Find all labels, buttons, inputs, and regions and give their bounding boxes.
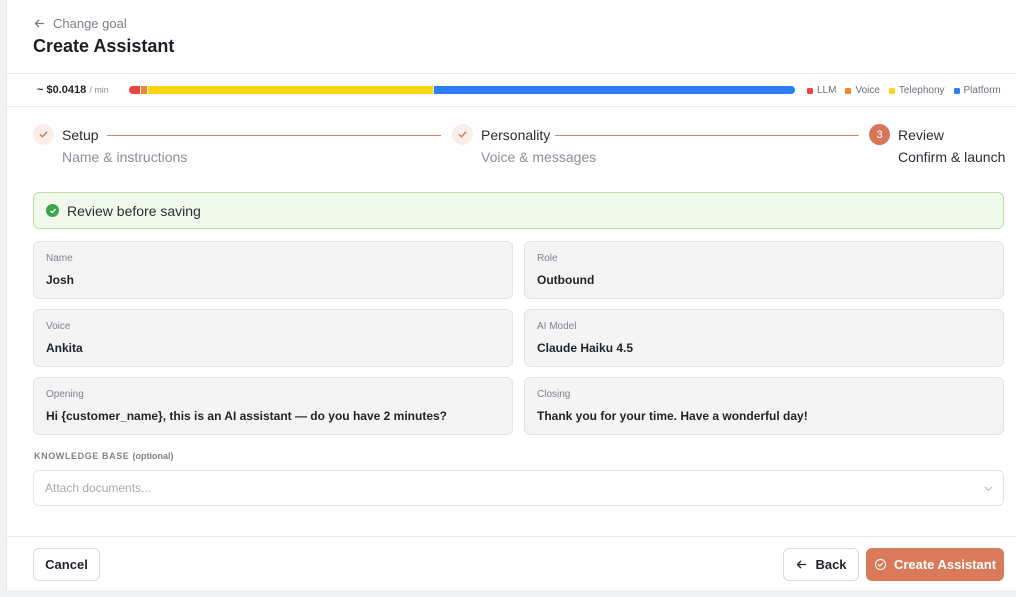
cost-segment-platform [433,86,795,94]
back-button-label: Back [815,557,847,572]
step-personality-indicator [452,124,473,145]
cost-value: ~ $0.0418 [37,84,87,96]
legend-swatch-llm [807,87,813,94]
knowledge-base-label: KNOWLEDGE BASE (optional) [34,451,174,461]
step-connector-1 [107,135,441,136]
legend-item-platform: Platform [953,85,1001,96]
legend-swatch-platform [953,87,960,94]
voice-label: Voice [46,321,71,332]
back-button[interactable]: Back [783,548,859,581]
arrow-left-icon [34,19,45,28]
review-banner: Review before saving [33,192,1004,229]
legend-label-llm: LLM [817,85,837,96]
opening-value: Hi {customer_name}, this is an AI assist… [46,409,448,423]
closing-label: Closing [537,389,571,400]
step-review-title: Review [898,127,944,143]
step-review-indicator: 3 [869,124,890,145]
role-value: Outbound [537,273,595,287]
check-icon [39,131,48,138]
create-assistant-label: Create Assistant [893,557,997,572]
cost-breakdown-bar [129,86,795,94]
legend-label-voice: Voice [855,85,880,96]
cost-segment-voice [140,86,147,94]
voice-value: Ankita [46,341,83,355]
opening-field: Opening Hi {customer_name}, this is an A… [33,377,513,435]
cost-amount: ~ $0.0418 / min [37,84,109,96]
step-personality-title: Personality [481,127,551,143]
legend-item-telephony: Telephony [888,85,945,96]
cost-estimate-row: ~ $0.0418 / min LLM Voice Telephony Plat… [7,73,1016,107]
role-field: Role Outbound [524,241,1004,299]
review-banner-text: Review before saving [67,202,201,219]
chevron-down-icon [984,486,993,491]
create-assistant-dialog: Change goal Create Assistant ~ $0.0418 /… [6,0,1016,590]
legend-swatch-voice [845,87,852,94]
knowledge-base-placeholder: Attach documents... [45,481,152,495]
check-circle-icon [874,558,887,571]
dialog-footer: Cancel Back Create Assistant [7,536,1016,590]
legend-swatch-telephony [888,87,895,94]
ai-model-field: AI Model Claude Haiku 4.5 [524,309,1004,367]
knowledge-base-select[interactable]: Attach documents... [33,470,1004,506]
ai-model-label: AI Model [537,321,577,332]
ai-model-value: Claude Haiku 4.5 [537,341,634,355]
change-goal-label: Change goal [53,16,127,31]
step-setup-subtitle: Name & instructions [62,149,188,165]
legend-item-llm: LLM [807,85,836,96]
step-setup-indicator [33,124,54,145]
check-circle-icon [46,204,59,217]
legend-label-telephony: Telephony [898,85,945,96]
legend-item-voice: Voice [845,85,880,96]
knowledge-base-optional: (optional) [132,451,174,461]
knowledge-base-title: KNOWLEDGE BASE [34,451,130,461]
name-field: Name Josh [33,241,513,299]
cost-segment-llm [129,86,140,94]
step-personality-subtitle: Voice & messages [481,149,597,165]
page-title: Create Assistant [33,36,175,56]
role-label: Role [537,253,558,264]
closing-field: Closing Thank you for your time. Have a … [524,377,1004,435]
opening-label: Opening [46,389,84,400]
closing-value: Thank you for your time. Have a wonderfu… [537,409,808,423]
create-assistant-button[interactable]: Create Assistant [866,548,1004,581]
name-label: Name [46,253,73,264]
cost-unit: / min [89,85,109,95]
step-connector-2 [555,135,859,136]
check-icon [458,131,467,138]
step-review-subtitle: Confirm & launch [898,149,1006,165]
legend-label-platform: Platform [963,85,1001,96]
cost-segment-telephony [147,86,433,94]
change-goal-link[interactable]: Change goal [33,16,127,31]
step-setup-title: Setup [62,127,99,143]
voice-field: Voice Ankita [33,309,513,367]
cost-legend: LLM Voice Telephony Platform [807,85,1001,96]
name-value: Josh [46,273,75,287]
cancel-button[interactable]: Cancel [33,548,100,581]
arrow-left-icon [797,560,807,569]
